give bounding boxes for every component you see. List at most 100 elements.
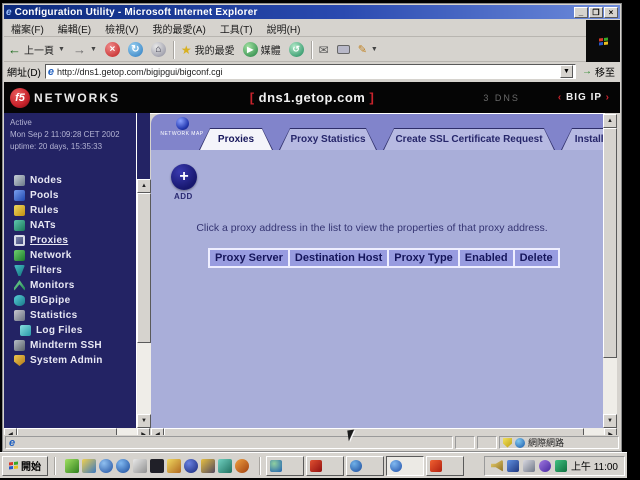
status-datetime: Mon Sep 2 11:09:28 CET 2002 <box>10 129 130 141</box>
tray-flag-icon[interactable] <box>507 460 519 472</box>
start-label: 開始 <box>21 458 41 473</box>
edit-dropdown-icon[interactable]: ▼ <box>371 46 378 53</box>
quicklaunch-icon-1[interactable] <box>65 459 79 473</box>
address-dropdown-icon[interactable]: ▼ <box>560 65 573 78</box>
menu-edit[interactable]: 編輯(E) <box>51 19 98 38</box>
sidebar-item-monitors[interactable]: Monitors <box>4 278 136 293</box>
proxy-table: Proxy Server Destination Host Proxy Type… <box>208 248 560 268</box>
minimize-button[interactable]: _ <box>574 7 588 18</box>
network-map-icon <box>176 117 189 130</box>
task-button-2[interactable] <box>306 456 344 476</box>
main-scroll-up[interactable]: ▲ <box>603 114 617 128</box>
print-icon <box>337 45 350 54</box>
sidebar-item-system-admin[interactable]: System Admin <box>4 353 136 368</box>
favorites-label: 我的最愛 <box>195 42 235 57</box>
task-button-5[interactable] <box>426 456 464 476</box>
screen: e Configuration Utility - Microsoft Inte… <box>0 0 640 480</box>
column-proxy-type[interactable]: Proxy Type <box>388 249 459 267</box>
main-scroll-thumb[interactable] <box>603 128 617 358</box>
history-button[interactable]: ↺ <box>285 40 308 60</box>
mail-button[interactable]: ✉ <box>315 40 333 60</box>
network-map-button[interactable]: NETWORK MAP <box>159 116 205 137</box>
quicklaunch-icon-9[interactable] <box>201 459 215 473</box>
sidebar-scroll-thumb[interactable] <box>137 193 151 343</box>
menu-file[interactable]: 檔案(F) <box>4 19 51 38</box>
quicklaunch-icon-6[interactable] <box>150 459 164 473</box>
volume-icon[interactable] <box>491 460 503 472</box>
close-button[interactable]: × <box>604 7 618 18</box>
back-dropdown-icon[interactable]: ▼ <box>58 46 65 53</box>
restore-button[interactable]: ❐ <box>589 7 603 18</box>
quicklaunch-icon-4[interactable] <box>116 459 130 473</box>
sidebar-item-proxies[interactable]: Proxies <box>4 233 136 248</box>
back-button[interactable]: ← 上一頁 ▼ <box>4 40 69 60</box>
sidebar-scroll-down[interactable]: ▼ <box>137 414 151 428</box>
column-enabled[interactable]: Enabled <box>459 249 514 267</box>
network-status-icon[interactable] <box>555 460 567 472</box>
sidebar-item-nodes[interactable]: Nodes <box>4 173 136 188</box>
start-button[interactable]: 開始 <box>2 456 48 476</box>
tab-install-ssl-certificate[interactable]: Install SSL Certifi <box>561 128 603 150</box>
sidebar-item-network[interactable]: Network <box>4 248 136 263</box>
stop-icon: × <box>105 42 120 57</box>
sidebar-scroll-up[interactable]: ▲ <box>137 179 151 193</box>
sidebar-item-mindterm-ssh[interactable]: Mindterm SSH <box>4 338 136 353</box>
refresh-button[interactable]: ↻ <box>124 40 147 60</box>
quicklaunch-icon-8[interactable] <box>184 459 198 473</box>
sidebar-item-log-files[interactable]: Log Files <box>4 323 136 338</box>
tab-proxy-statistics[interactable]: Proxy Statistics <box>279 128 377 150</box>
menu-help[interactable]: 說明(H) <box>260 19 308 38</box>
add-proxy-button[interactable]: + <box>171 164 197 190</box>
forward-dropdown-icon[interactable]: ▼ <box>90 46 97 53</box>
media-button[interactable]: ▶ 媒體 <box>239 40 285 60</box>
quicklaunch-icon-10[interactable] <box>218 459 232 473</box>
sidebar-item-rules[interactable]: Rules <box>4 203 136 218</box>
quicklaunch-icon-3[interactable] <box>99 459 113 473</box>
quicklaunch-icon-5[interactable] <box>133 459 147 473</box>
go-button[interactable]: → 移至 <box>580 62 617 82</box>
f5-site-header: f5 NETWORKS [ dns1.getop.com ] 3 DNS ‹ B… <box>4 82 620 113</box>
menu-view[interactable]: 檢視(V) <box>98 19 145 38</box>
display-icon[interactable] <box>523 460 535 472</box>
tab-create-ssl-certificate-request[interactable]: Create SSL Certificate Request <box>383 128 555 150</box>
home-button[interactable]: ⌂ <box>147 40 170 60</box>
stop-button[interactable]: × <box>101 40 124 60</box>
task-button-1[interactable] <box>266 456 304 476</box>
network-map-label: NETWORK MAP <box>159 131 205 137</box>
main-scroll-column: ▲ ▼ <box>603 114 617 428</box>
edit-button[interactable]: ✎ ▼ <box>354 40 382 60</box>
print-button[interactable] <box>333 40 354 60</box>
column-proxy-server[interactable]: Proxy Server <box>209 249 289 267</box>
main-scroll-down[interactable]: ▼ <box>603 414 617 428</box>
favorites-star-icon: ★ <box>181 43 192 57</box>
forward-button[interactable]: → ▼ <box>69 40 101 60</box>
tab-proxies[interactable]: Proxies <box>199 128 273 150</box>
address-input[interactable] <box>57 67 557 77</box>
status-message-panel: e <box>5 436 453 449</box>
media-label: 媒體 <box>261 42 281 57</box>
clock: 上午 11:00 <box>571 458 618 473</box>
zone-shield-icon <box>503 438 512 448</box>
task-button-4[interactable] <box>386 456 424 476</box>
add-proxy-label: ADD <box>174 192 193 201</box>
status-page-icon: e <box>9 437 15 449</box>
windows-flag-icon <box>599 37 608 45</box>
sidebar-item-filters[interactable]: Filters <box>4 263 136 278</box>
quicklaunch-icon-2[interactable] <box>82 459 96 473</box>
menu-favorites[interactable]: 我的最愛(A) <box>145 19 212 38</box>
quicklaunch-icon-7[interactable] <box>167 459 181 473</box>
quicklaunch-icon-11[interactable] <box>235 459 249 473</box>
column-destination-host[interactable]: Destination Host <box>289 249 388 267</box>
column-delete[interactable]: Delete <box>514 249 559 267</box>
go-icon: → <box>582 66 592 77</box>
task-button-3[interactable] <box>346 456 384 476</box>
sidebar-item-nats[interactable]: NATs <box>4 218 136 233</box>
mouse-cursor <box>347 430 355 442</box>
sidebar-item-bigpipe[interactable]: BIGpipe <box>4 293 136 308</box>
favorites-button[interactable]: ★ 我的最愛 <box>177 40 239 60</box>
system-admin-icon <box>14 355 25 366</box>
sidebar-item-pools[interactable]: Pools <box>4 188 136 203</box>
sidebar-item-statistics[interactable]: Statistics <box>4 308 136 323</box>
tray-app-icon[interactable] <box>539 460 551 472</box>
menu-tools[interactable]: 工具(T) <box>213 19 260 38</box>
